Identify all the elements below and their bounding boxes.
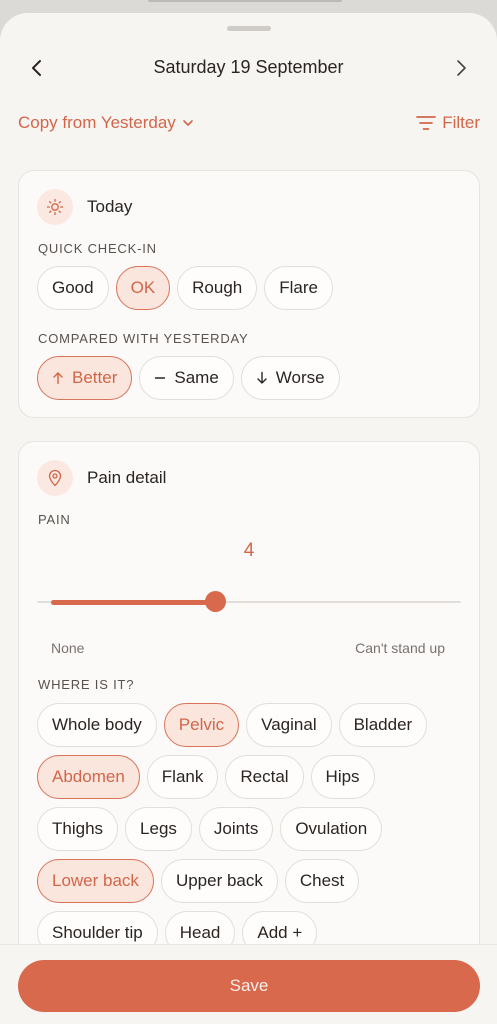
- chevron-right-icon: [457, 60, 466, 76]
- compare-better-chip[interactable]: Better: [37, 356, 133, 400]
- location-chip[interactable]: Hips: [310, 755, 375, 799]
- save-label: Save: [229, 976, 269, 995]
- location-chip[interactable]: Lower back: [37, 859, 154, 903]
- copy-label: Copy from Yesterday: [18, 113, 176, 132]
- today-card-header: Today: [37, 189, 132, 225]
- today-title: Today: [87, 197, 133, 216]
- where-label: WHERE IS IT?: [38, 677, 135, 692]
- pain-detail-title: Pain detail: [87, 468, 167, 487]
- location-pin-icon: [37, 460, 73, 496]
- pain-min-label: None: [51, 640, 85, 656]
- compared-label: COMPARED WITH YESTERDAY: [38, 331, 249, 346]
- filter-icon: [416, 116, 437, 130]
- arrow-up-icon: [53, 372, 63, 385]
- location-row: Whole body Pelvic Vaginal Bladder: [37, 703, 428, 747]
- compare-options: Better Same Worse: [37, 356, 340, 400]
- location-chip[interactable]: Flank: [146, 755, 219, 799]
- location-chip[interactable]: Ovulation: [280, 807, 383, 851]
- pain-max-label: Can't stand up: [355, 640, 445, 656]
- compare-worse-label: Worse: [275, 368, 325, 387]
- save-button[interactable]: Save: [18, 960, 480, 1012]
- location-chip[interactable]: Thighs: [37, 807, 119, 851]
- quick-checkin-chip[interactable]: Good: [37, 266, 109, 310]
- location-chip[interactable]: Legs: [125, 807, 192, 851]
- quick-checkin-chip[interactable]: Flare: [264, 266, 333, 310]
- next-day-button[interactable]: [446, 53, 476, 83]
- compare-worse-chip[interactable]: Worse: [240, 356, 340, 400]
- filter-button[interactable]: Filter: [416, 113, 480, 133]
- location-chip[interactable]: Bladder: [338, 703, 428, 747]
- pain-label: PAIN: [38, 512, 71, 527]
- slider-thumb[interactable]: [205, 591, 226, 612]
- location-chip[interactable]: Whole body: [37, 703, 157, 747]
- compare-same-chip[interactable]: Same: [139, 356, 234, 400]
- pain-detail-card: Pain detail PAIN 4 None Can't stand up W…: [18, 441, 480, 1024]
- quick-checkin-chip[interactable]: OK: [115, 266, 171, 310]
- location-chip[interactable]: Rectal: [225, 755, 304, 799]
- copy-from-yesterday-button[interactable]: Copy from Yesterday: [18, 113, 194, 133]
- location-row: Thighs Legs Joints Ovulation: [37, 807, 383, 851]
- pain-value: 4: [243, 540, 255, 561]
- pain-slider[interactable]: [37, 590, 461, 614]
- compare-same-label: Same: [174, 368, 219, 387]
- sheet-drag-handle[interactable]: [227, 26, 271, 31]
- quick-checkin-chip[interactable]: Rough: [177, 266, 258, 310]
- bottom-sheet: Saturday 19 September Copy from Yesterda…: [0, 13, 497, 1024]
- status-bar-edge: [148, 0, 342, 2]
- location-chip[interactable]: Pelvic: [163, 703, 240, 747]
- location-chip[interactable]: Chest: [284, 859, 360, 903]
- page-title: Saturday 19 September: [153, 57, 344, 77]
- compare-better-label: Better: [72, 368, 118, 387]
- filter-label: Filter: [442, 113, 480, 132]
- pain-card-header: Pain detail: [37, 460, 166, 496]
- footer-bar: Save: [0, 944, 497, 1024]
- today-card: Today QUICK CHECK-IN Good OK Rough Flare CO…: [18, 170, 480, 418]
- location-row: Lower back Upper back Chest: [37, 859, 360, 903]
- minus-icon: [155, 377, 166, 379]
- sun-icon: [37, 189, 73, 225]
- location-chip[interactable]: Upper back: [160, 859, 278, 903]
- chevron-down-icon: [183, 120, 193, 126]
- location-row: Abdomen Flank Rectal Hips: [37, 755, 375, 799]
- location-chip[interactable]: Abdomen: [37, 755, 140, 799]
- date-header: Saturday 19 September: [0, 53, 497, 83]
- slider-fill: [51, 600, 215, 605]
- arrow-down-icon: [257, 371, 267, 384]
- location-chip[interactable]: Joints: [198, 807, 274, 851]
- quick-checkin-options: Good OK Rough Flare: [37, 266, 333, 310]
- location-chip[interactable]: Vaginal: [246, 703, 332, 747]
- quick-checkin-label: QUICK CHECK-IN: [38, 241, 157, 256]
- toolbar: Copy from Yesterday Filter: [18, 113, 480, 139]
